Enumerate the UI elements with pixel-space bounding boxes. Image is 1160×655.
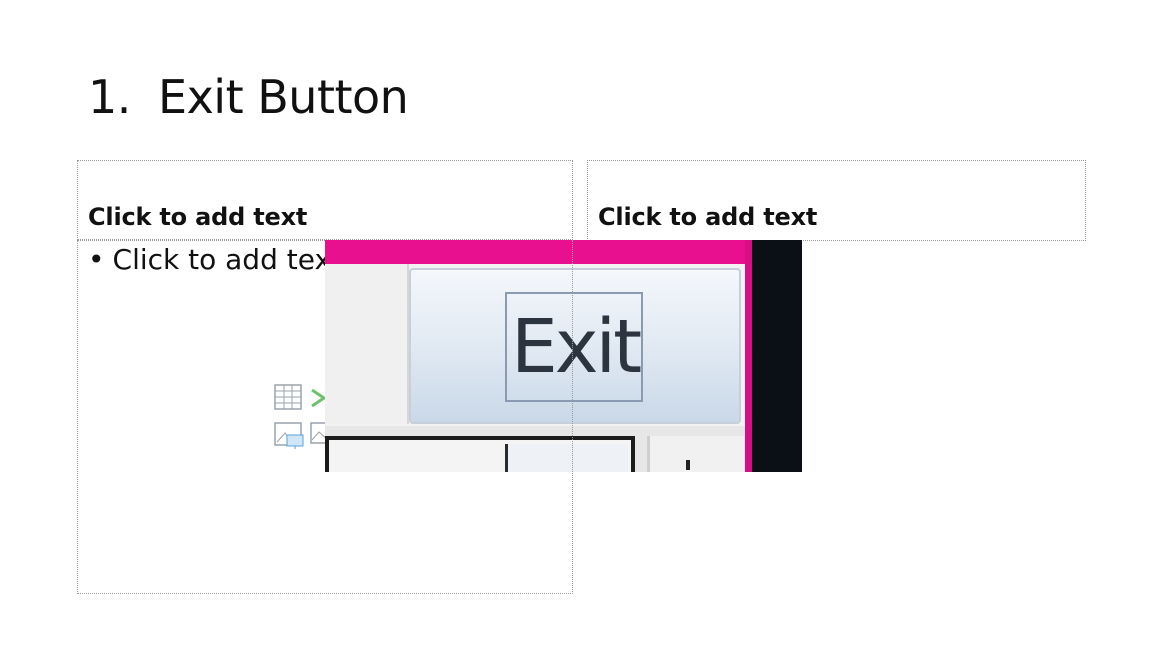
picture-icon[interactable] bbox=[274, 422, 304, 450]
right-header-text: Click to add text bbox=[598, 203, 818, 231]
image-titlebar bbox=[325, 240, 755, 264]
exit-button-screenshot[interactable]: Exit bbox=[325, 240, 802, 472]
title-text: Exit Button bbox=[158, 70, 409, 124]
right-header-placeholder[interactable]: Click to add text bbox=[587, 160, 1086, 241]
image-exit-label: Exit bbox=[511, 304, 642, 390]
bullet-dot-icon: • bbox=[88, 243, 105, 276]
slide-title[interactable]: 1. Exit Button bbox=[88, 68, 409, 126]
image-left-panel bbox=[325, 264, 409, 424]
title-number: 1. bbox=[88, 70, 131, 124]
image-bottom-field-inner bbox=[505, 444, 628, 472]
left-bullet-text: Click to add text bbox=[112, 243, 343, 276]
image-bottom-field bbox=[325, 436, 635, 472]
left-header-text: Click to add text bbox=[88, 203, 308, 231]
image-bottom-tick bbox=[686, 460, 690, 470]
left-placeholder-edge-overlay bbox=[572, 240, 573, 472]
left-bullet[interactable]: • Click to add text bbox=[88, 242, 342, 278]
table-icon[interactable] bbox=[274, 384, 302, 410]
image-bottom-button bbox=[647, 436, 744, 472]
image-dark-frame bbox=[752, 240, 802, 472]
left-header-placeholder[interactable]: Click to add text bbox=[77, 160, 573, 240]
